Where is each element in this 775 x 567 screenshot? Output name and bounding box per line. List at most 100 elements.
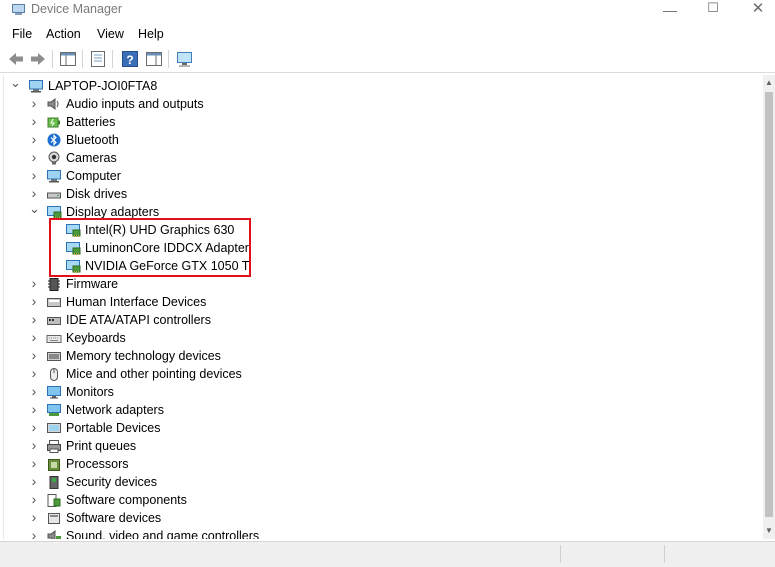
- tree-node-label: Software devices: [66, 511, 162, 525]
- status-divider: [664, 545, 665, 563]
- menu-file[interactable]: File: [12, 27, 32, 41]
- firmware-icon: [46, 277, 62, 291]
- menu-help[interactable]: Help: [138, 27, 164, 41]
- toolbar-separator: [112, 50, 113, 68]
- status-divider: [560, 545, 561, 563]
- tree-category[interactable]: › Mice and other pointing devices: [4, 365, 759, 383]
- action-pane-icon[interactable]: [144, 49, 164, 69]
- mouse-icon: [46, 367, 62, 381]
- tree-node-label: Bluetooth: [66, 133, 119, 147]
- back-icon[interactable]: [6, 49, 26, 69]
- sound-controller-icon: [46, 529, 62, 539]
- tree-category[interactable]: › Cameras: [4, 149, 759, 167]
- tree-category[interactable]: › Software components: [4, 491, 759, 509]
- tree-category[interactable]: › Batteries: [4, 113, 759, 131]
- expand-arrow-icon[interactable]: ›: [29, 508, 39, 526]
- tree-category[interactable]: › Computer: [4, 167, 759, 185]
- expand-arrow-icon[interactable]: ›: [29, 454, 39, 472]
- tree-node-label: Security devices: [66, 475, 158, 489]
- expand-arrow-icon[interactable]: ›: [29, 292, 39, 310]
- tree-node-label: Mice and other pointing devices: [66, 367, 242, 381]
- expand-arrow-icon[interactable]: ›: [29, 418, 39, 436]
- expand-arrow-icon[interactable]: ›: [29, 490, 39, 508]
- portable-device-icon: [46, 421, 62, 435]
- software-device-icon: [46, 511, 62, 525]
- collapse-arrow-icon[interactable]: ⌄: [29, 200, 40, 218]
- tree-category[interactable]: › Security devices: [4, 473, 759, 491]
- show-hide-console-tree-icon[interactable]: [58, 49, 78, 69]
- maximize-icon: ☐: [707, 0, 719, 15]
- expand-arrow-icon[interactable]: ›: [29, 472, 39, 490]
- tree-category[interactable]: › Memory technology devices: [4, 347, 759, 365]
- expand-arrow-icon[interactable]: ›: [29, 274, 39, 292]
- camera-icon: [46, 151, 62, 165]
- toolbar-separator: [168, 50, 169, 68]
- collapse-arrow-icon[interactable]: ⌄: [10, 75, 21, 92]
- scroll-up-icon[interactable]: ▲: [763, 77, 775, 89]
- tree-node-label: LAPTOP-JOI0FTA8: [48, 79, 158, 93]
- computer-icon: [46, 169, 62, 183]
- monitor-icon: [46, 385, 62, 399]
- scroll-thumb[interactable]: [765, 92, 773, 517]
- toolbar-separator: [52, 50, 53, 68]
- ide-controller-icon: [46, 313, 62, 327]
- expand-arrow-icon[interactable]: ›: [29, 526, 39, 539]
- minimize-button[interactable]: —: [647, 0, 693, 22]
- expand-arrow-icon[interactable]: ›: [29, 364, 39, 382]
- tree-category[interactable]: › Software devices: [4, 509, 759, 527]
- maximize-button[interactable]: ☐: [690, 0, 736, 22]
- svg-text:?: ?: [126, 53, 133, 67]
- tree-category[interactable]: › Network adapters: [4, 401, 759, 419]
- forward-icon[interactable]: [28, 49, 48, 69]
- tree-root[interactable]: ⌄ LAPTOP-JOI0FTA8: [4, 75, 759, 95]
- monitor-scan-icon[interactable]: [175, 49, 195, 69]
- expand-arrow-icon[interactable]: ›: [29, 400, 39, 418]
- tree-category[interactable]: › Disk drives: [4, 185, 759, 203]
- tree-node-label: Memory technology devices: [66, 349, 221, 363]
- network-adapter-icon: [46, 403, 62, 417]
- tree-category[interactable]: › Human Interface Devices: [4, 293, 759, 311]
- tree-node-label: Computer: [66, 169, 121, 183]
- menu-action[interactable]: Action: [46, 27, 81, 41]
- properties-icon[interactable]: [88, 49, 108, 69]
- tree-category[interactable]: › IDE ATA/ATAPI controllers: [4, 311, 759, 329]
- expand-arrow-icon[interactable]: ›: [29, 328, 39, 346]
- highlight-box: [49, 218, 251, 277]
- expand-arrow-icon[interactable]: ›: [29, 130, 39, 148]
- tree-node-label: Network adapters: [66, 403, 164, 417]
- tree-category[interactable]: › Processors: [4, 455, 759, 473]
- tree-category[interactable]: › Monitors: [4, 383, 759, 401]
- close-button[interactable]: ✕: [735, 0, 775, 22]
- expand-arrow-icon[interactable]: ›: [29, 112, 39, 130]
- expand-arrow-icon[interactable]: ›: [29, 94, 39, 112]
- tree-category[interactable]: › Sound, video and game controllers: [4, 527, 759, 539]
- toolbar: ?: [0, 47, 775, 71]
- tree-node-label: Monitors: [66, 385, 114, 399]
- expand-arrow-icon[interactable]: ›: [29, 382, 39, 400]
- bluetooth-icon: [46, 133, 62, 147]
- expand-arrow-icon[interactable]: ›: [29, 436, 39, 454]
- help-icon[interactable]: ?: [120, 49, 140, 69]
- tree-category[interactable]: › Print queues: [4, 437, 759, 455]
- close-icon: ✕: [751, 0, 765, 17]
- tree-node-label: Print queues: [66, 439, 137, 453]
- tree-node-label: Cameras: [66, 151, 117, 165]
- tree-category[interactable]: › Portable Devices: [4, 419, 759, 437]
- tree-node-label: Processors: [66, 457, 129, 471]
- tree-node-label: Portable Devices: [66, 421, 161, 435]
- expand-arrow-icon[interactable]: ›: [29, 346, 39, 364]
- tree-category[interactable]: › Audio inputs and outputs: [4, 95, 759, 113]
- tree-category[interactable]: › Bluetooth: [4, 131, 759, 149]
- scroll-down-icon[interactable]: ▼: [763, 525, 775, 537]
- expand-arrow-icon[interactable]: ›: [29, 310, 39, 328]
- device-tree[interactable]: ⌄ LAPTOP-JOI0FTA8 › Audio inputs and output…: [3, 75, 764, 539]
- tree-node-label: IDE ATA/ATAPI controllers: [66, 313, 211, 327]
- menu-view[interactable]: View: [97, 27, 124, 41]
- vertical-scrollbar[interactable]: ▲ ▼: [763, 75, 775, 539]
- printer-icon: [46, 439, 62, 453]
- expand-arrow-icon[interactable]: ›: [29, 166, 39, 184]
- expand-arrow-icon[interactable]: ›: [29, 148, 39, 166]
- tree-category[interactable]: › Firmware: [4, 275, 759, 293]
- status-bar: [0, 541, 775, 567]
- tree-category[interactable]: › Keyboards: [4, 329, 759, 347]
